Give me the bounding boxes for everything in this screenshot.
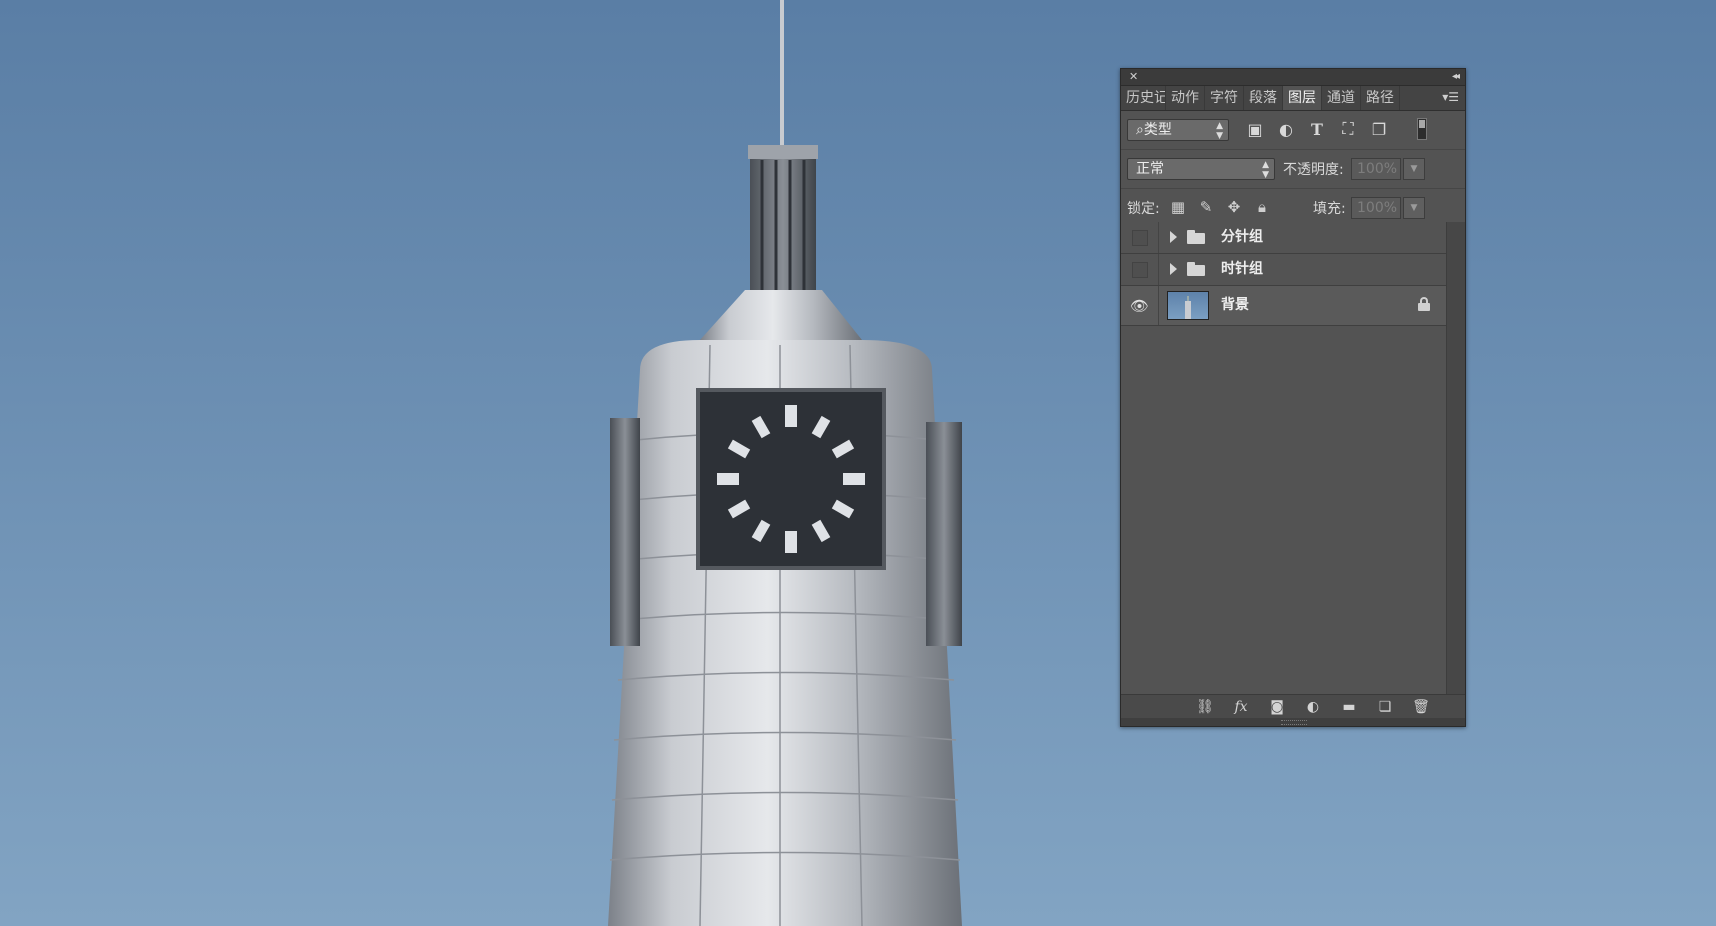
fx-icon[interactable]: fx xyxy=(1230,697,1252,717)
fill-dropdown-button[interactable]: ▼ xyxy=(1403,197,1425,219)
folder-icon xyxy=(1187,230,1205,244)
tab-paths[interactable]: 路径 xyxy=(1361,86,1400,110)
expand-triangle-icon[interactable] xyxy=(1170,263,1177,275)
tab-actions[interactable]: 动作 xyxy=(1166,86,1205,110)
type-filter-icon[interactable]: T xyxy=(1307,119,1327,139)
blend-mode-value: 正常 xyxy=(1136,161,1164,177)
link-layers-icon[interactable]: ⛓ xyxy=(1194,697,1216,717)
tab-character[interactable]: 字符 xyxy=(1205,86,1244,110)
panel-tabs: 历史记录 动作 字符 段落 图层 通道 路径 ▾☰ xyxy=(1121,86,1465,111)
mask-icon[interactable]: ◙ xyxy=(1266,697,1288,717)
lock-position-move-icon[interactable]: ✥ xyxy=(1225,198,1243,216)
lock-icon xyxy=(1418,297,1430,311)
layer-name[interactable]: 分针组 xyxy=(1221,222,1263,253)
fill-input[interactable]: 100% xyxy=(1351,197,1401,219)
opacity-input[interactable]: 100% xyxy=(1351,158,1401,180)
layer-list: 分针组 时针组 👁︎ 背景 xyxy=(1121,222,1446,696)
close-icon[interactable]: ✕ xyxy=(1129,69,1138,85)
layer-thumbnail xyxy=(1167,291,1209,320)
visibility-off-box xyxy=(1131,229,1148,246)
expand-triangle-icon[interactable] xyxy=(1170,231,1177,243)
double-chevron-icon[interactable]: ◂◂ xyxy=(1452,69,1460,85)
adjustment-icon[interactable]: ◐ xyxy=(1302,697,1324,717)
tower-fin-left xyxy=(610,418,640,646)
panel-menu-icon[interactable]: ▾☰ xyxy=(1442,90,1459,104)
opacity-label: 不透明度: xyxy=(1283,162,1344,178)
folder-icon xyxy=(1187,262,1205,276)
layer-list-scrollbar[interactable] xyxy=(1446,222,1465,696)
tab-layers[interactable]: 图层 xyxy=(1283,86,1322,110)
tab-paragraph[interactable]: 段落 xyxy=(1244,86,1283,110)
visibility-toggle[interactable] xyxy=(1121,254,1159,285)
opacity-dropdown-button[interactable]: ▼ xyxy=(1403,158,1425,180)
layer-name[interactable]: 背景 xyxy=(1221,286,1249,325)
tab-history[interactable]: 历史记录 xyxy=(1121,86,1166,110)
filter-kind-select[interactable]: ⌕类型 ▲ ▼ xyxy=(1127,119,1229,141)
updown-arrows-icon: ▲ ▼ xyxy=(1216,121,1223,141)
tower-spire xyxy=(750,145,816,290)
tower-antenna xyxy=(780,0,784,150)
layers-panel: ✕ ◂◂ 历史记录 动作 字符 段落 图层 通道 路径 ▾☰ ⌕类型 ▲▼ ▣ … xyxy=(1120,68,1466,727)
filter-kind-label: 类型 xyxy=(1143,122,1172,138)
lock-label: 锁定: xyxy=(1127,201,1160,217)
visibility-toggle[interactable]: 👁︎ xyxy=(1121,286,1159,325)
trash-icon[interactable]: 🗑︎ xyxy=(1410,697,1432,717)
updown-arrows-icon: ▲ ▼ xyxy=(1262,160,1269,180)
layer-name[interactable]: 时针组 xyxy=(1221,254,1263,285)
panel-titlebar[interactable]: ✕ ◂◂ xyxy=(1121,69,1465,86)
visibility-off-box xyxy=(1131,261,1148,278)
new-layer-icon[interactable]: ❏ xyxy=(1374,697,1396,717)
layer-group-hour[interactable]: 时针组 xyxy=(1121,254,1446,286)
lock-pixels-brush-icon[interactable]: ✎ xyxy=(1197,198,1215,216)
blend-row: 正常 ▲ ▼ 不透明度: 100% ▼ xyxy=(1121,150,1465,189)
visibility-toggle[interactable] xyxy=(1121,222,1159,253)
panel-bottom-toolbar: ⛓ fx ◙ ◐ ▬ ❏ 🗑︎ xyxy=(1121,694,1465,718)
lock-transparency-icon[interactable]: ▦ xyxy=(1169,198,1187,216)
layer-background[interactable]: 👁︎ 背景 xyxy=(1121,286,1446,326)
tower-fin-right xyxy=(926,422,962,646)
search-icon: ⌕ xyxy=(1136,122,1144,138)
filter-row: ⌕类型 ▲ ▼ ▣ ◐ T ⛶ ❐ xyxy=(1121,111,1465,150)
chevron-down-icon: ▼ xyxy=(1410,203,1418,213)
shape-filter-icon[interactable]: ⛶ xyxy=(1338,119,1358,139)
smart-object-filter-icon[interactable]: ❐ xyxy=(1369,119,1389,139)
adjustment-filter-icon[interactable]: ◐ xyxy=(1276,119,1296,139)
lock-all-icon[interactable]: 🔒︎ xyxy=(1253,198,1271,216)
layer-group-minute[interactable]: 分针组 xyxy=(1121,222,1446,254)
image-filter-icon[interactable]: ▣ xyxy=(1245,119,1265,139)
eye-icon: 👁︎ xyxy=(1129,296,1150,315)
filter-toggle-switch[interactable] xyxy=(1417,118,1427,140)
new-group-icon[interactable]: ▬ xyxy=(1338,697,1360,717)
blend-mode-select[interactable]: 正常 ▲ ▼ xyxy=(1127,158,1275,180)
fill-label: 填充: xyxy=(1313,201,1346,217)
panel-resize-grip[interactable] xyxy=(1121,718,1465,726)
tab-channels[interactable]: 通道 xyxy=(1322,86,1361,110)
chevron-down-icon: ▼ xyxy=(1410,164,1418,174)
